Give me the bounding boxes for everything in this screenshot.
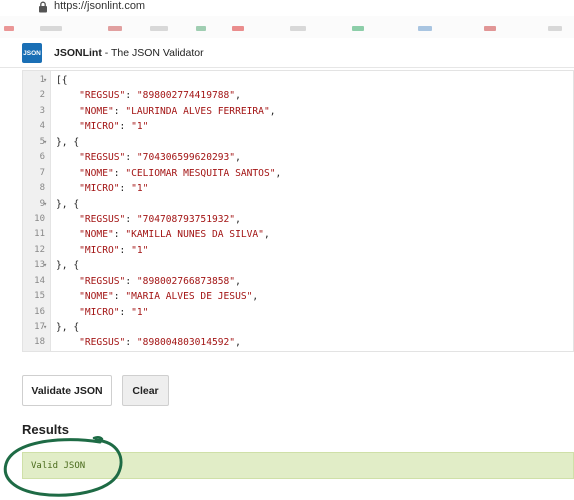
code-text: "MICRO": "1" bbox=[79, 306, 149, 318]
code-text: }, { bbox=[56, 322, 80, 333]
code-text: "REGSUS": "898002766873858", bbox=[79, 275, 241, 287]
app-title-rest: - The JSON Validator bbox=[101, 47, 204, 59]
code-text: }, { bbox=[56, 136, 80, 148]
line-number: 6 bbox=[39, 152, 45, 163]
line-number: 18 bbox=[34, 337, 45, 348]
code-text: "NOME": "LAURINDA ALVES FERREIRA", bbox=[79, 105, 276, 117]
fold-arrow-icon[interactable]: ▾ bbox=[43, 73, 47, 88]
code-line[interactable]: 15 "NOME": "MARIA ALVES DE JESUS", bbox=[23, 289, 573, 304]
code-text: "NOME": "KAMILLA NUNES DA SILVA", bbox=[79, 229, 270, 241]
logo-text: JSON bbox=[23, 49, 41, 57]
code-line[interactable]: 14 "REGSUS": "898002766873858", bbox=[23, 274, 573, 289]
result-box: Valid JSON bbox=[22, 452, 574, 479]
line-number: 9 bbox=[39, 198, 45, 209]
code-line[interactable]: 18 "REGSUS": "898004803014592", bbox=[23, 335, 573, 350]
code-text: "REGSUS": "898004803014592", bbox=[79, 337, 241, 349]
code-lines: 1 ▾[{2 "REGSUS": "898002774419788", 3 "NOM… bbox=[23, 73, 573, 352]
code-text: "REGSUS": "704708793751932", bbox=[79, 213, 241, 225]
bookmarks-bar bbox=[0, 16, 574, 38]
line-number: 13 bbox=[34, 260, 45, 271]
line-number: 8 bbox=[39, 183, 45, 194]
jsonlint-logo[interactable]: JSON bbox=[22, 43, 42, 63]
code-text: "MICRO": "1" bbox=[79, 121, 149, 133]
json-editor[interactable]: 1 ▾[{2 "REGSUS": "898002774419788", 3 "NOM… bbox=[22, 70, 574, 352]
app-title: JSONLint - The JSON Validator bbox=[54, 47, 204, 59]
results-heading: Results bbox=[22, 422, 69, 437]
code-text: "REGSUS": "704306599620293", bbox=[79, 152, 241, 164]
lock-icon bbox=[39, 1, 47, 13]
line-number: 16 bbox=[34, 306, 45, 317]
bookmark-icon[interactable] bbox=[40, 26, 62, 31]
line-number: 5 bbox=[39, 136, 45, 147]
fold-arrow-icon[interactable]: ▾ bbox=[43, 320, 47, 335]
browser-address-bar[interactable]: https://jsonlint.com bbox=[0, 0, 574, 16]
line-number: 15 bbox=[34, 291, 45, 302]
code-line[interactable]: 19 "NOME": "LUCAS GABRIEL NOVAIS SANTOS"… bbox=[23, 351, 573, 352]
code-text: "REGSUS": "898002774419788", bbox=[79, 90, 241, 102]
code-line[interactable]: 3 "NOME": "LAURINDA ALVES FERREIRA", bbox=[23, 104, 573, 119]
code-line[interactable]: 9 ▾ }, { bbox=[23, 197, 573, 212]
code-text: "MICRO": "1" bbox=[79, 244, 149, 256]
code-text: "MICRO": "1" bbox=[79, 183, 149, 195]
code-line[interactable]: 5 ▾ }, { bbox=[23, 135, 573, 150]
code-line[interactable]: 7 "NOME": "CELIOMAR MESQUITA SANTOS", bbox=[23, 166, 573, 181]
app-header: JSON JSONLint - The JSON Validator bbox=[0, 40, 574, 68]
bookmark-icon[interactable] bbox=[352, 26, 364, 31]
code-line[interactable]: 2 "REGSUS": "898002774419788", bbox=[23, 88, 573, 103]
validate-json-button[interactable]: Validate JSON bbox=[22, 375, 112, 406]
line-number: 3 bbox=[39, 105, 45, 116]
line-number: 12 bbox=[34, 244, 45, 255]
code-text: }, { bbox=[56, 260, 80, 272]
bookmark-icon[interactable] bbox=[150, 26, 168, 31]
bookmark-icon[interactable] bbox=[196, 26, 206, 31]
code-line[interactable]: 4 "MICRO": "1" bbox=[23, 119, 573, 134]
code-text: "NOME": "MARIA ALVES DE JESUS", bbox=[79, 291, 259, 303]
line-number: 17 bbox=[34, 322, 45, 332]
code-line[interactable]: 12 "MICRO": "1" bbox=[23, 243, 573, 258]
line-number: 1 bbox=[39, 75, 45, 85]
code-line[interactable]: 13 ▾ }, { bbox=[23, 258, 573, 273]
code-line[interactable]: 16 "MICRO": "1" bbox=[23, 305, 573, 320]
url-text[interactable]: https://jsonlint.com bbox=[54, 0, 145, 13]
code-text: }, { bbox=[56, 198, 80, 210]
bookmark-icon[interactable] bbox=[108, 26, 122, 31]
code-line[interactable]: 6 "REGSUS": "704306599620293", bbox=[23, 150, 573, 165]
fold-arrow-icon[interactable]: ▾ bbox=[43, 197, 47, 212]
clear-button[interactable]: Clear bbox=[122, 375, 169, 406]
line-number: 4 bbox=[39, 121, 45, 132]
code-text: "NOME": "CELIOMAR MESQUITA SANTOS", bbox=[79, 167, 282, 179]
code-line[interactable]: 1 ▾ [{ bbox=[23, 73, 573, 88]
bookmark-icon[interactable] bbox=[232, 26, 244, 31]
code-text: [{ bbox=[56, 75, 68, 86]
bookmark-icon[interactable] bbox=[484, 26, 496, 31]
result-message: Valid JSON bbox=[31, 461, 86, 471]
line-number: 7 bbox=[39, 167, 45, 178]
fold-arrow-icon[interactable]: ▾ bbox=[43, 135, 47, 150]
code-line[interactable]: 8 "MICRO": "1" bbox=[23, 181, 573, 196]
bookmark-icon[interactable] bbox=[4, 26, 14, 31]
line-number: 19 bbox=[23, 351, 45, 352]
line-number: 10 bbox=[34, 213, 45, 224]
code-line[interactable]: 11 "NOME": "KAMILLA NUNES DA SILVA", bbox=[23, 227, 573, 242]
line-number: 2 bbox=[39, 90, 45, 101]
line-number: 11 bbox=[34, 229, 45, 240]
bookmark-icon[interactable] bbox=[290, 26, 306, 31]
code-line[interactable]: 10 "REGSUS": "704708793751932", bbox=[23, 212, 573, 227]
code-line[interactable]: 17 ▾ }, { bbox=[23, 320, 573, 335]
bookmark-icon[interactable] bbox=[418, 26, 432, 31]
line-number: 14 bbox=[34, 275, 45, 286]
fold-arrow-icon[interactable]: ▾ bbox=[43, 258, 47, 273]
app-title-bold: JSONLint bbox=[54, 47, 102, 59]
code-text: "NOME": "LUCAS GABRIEL NOVAIS SANTOS", bbox=[56, 351, 299, 352]
bookmark-icon[interactable] bbox=[548, 26, 562, 31]
